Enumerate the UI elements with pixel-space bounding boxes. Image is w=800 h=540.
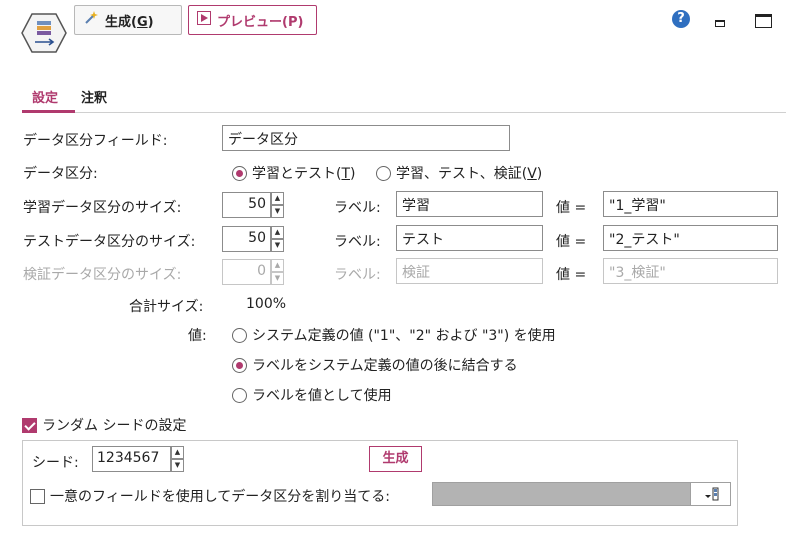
radio-train-test-label: 学習とテスト( — [252, 166, 342, 182]
generate-toolbar-key: G — [136, 14, 148, 30]
checkbox-indicator — [30, 488, 45, 504]
spin-down-icon[interactable]: ▼ — [271, 239, 284, 252]
spin-down-icon: ▼ — [271, 272, 284, 285]
minimize-icon[interactable] — [715, 20, 725, 27]
seed-label: シード: — [32, 455, 79, 471]
test-size-label: テストデータ区分のサイズ: — [23, 234, 196, 250]
preview-label: プレビュー(P) — [217, 14, 304, 30]
train-value-caption: 値 = — [556, 200, 587, 216]
partition-field-input[interactable]: データ区分 — [222, 125, 510, 151]
total-size-value: 100% — [246, 296, 287, 312]
radio-train-test[interactable]: 学習とテスト(T) — [232, 163, 356, 183]
validate-label-caption: ラベル: — [334, 267, 381, 283]
test-size-value[interactable]: 50 — [222, 226, 271, 252]
train-size-value[interactable]: 50 — [222, 192, 271, 218]
unique-field-checkbox[interactable]: 一意のフィールドを使用してデータ区分を割り当てる: — [30, 486, 390, 506]
train-label-caption: ラベル: — [334, 200, 381, 216]
radio-indicator — [232, 165, 247, 181]
test-value-caption: 値 = — [556, 234, 587, 250]
partitions-label: データ区分: — [23, 166, 98, 182]
radio-indicator — [232, 387, 247, 403]
validate-value-caption: 値 = — [556, 267, 587, 283]
field-picker-icon[interactable] — [690, 483, 730, 505]
radio-labels-as-values[interactable]: ラベルを値として使用 — [232, 385, 392, 405]
test-label-input[interactable]: テスト — [396, 225, 543, 251]
random-seed-label: ランダム シードの設定 — [42, 418, 187, 434]
preview-button[interactable]: プレビュー(P) — [188, 5, 317, 35]
maximize-icon[interactable] — [755, 14, 772, 28]
wand-icon — [83, 10, 99, 30]
radio-system-values[interactable]: システム定義の値 ("1"、"2" および "3") を使用 — [232, 325, 556, 345]
train-size-label: 学習データ区分のサイズ: — [23, 200, 182, 216]
partition-field-label: データ区分フィールド: — [23, 133, 168, 149]
validate-value-input: "3_検証" — [603, 258, 778, 284]
train-label-input[interactable]: 学習 — [396, 191, 543, 217]
radio-train-test-close: ) — [350, 166, 356, 182]
radio-train-test-validate-label: 学習、テスト、検証( — [396, 166, 528, 182]
radio-train-test-validate[interactable]: 学習、テスト、検証(V) — [376, 163, 542, 183]
test-label-caption: ラベル: — [334, 234, 381, 250]
generate-seed-button[interactable]: 生成 — [369, 446, 422, 472]
validate-size-label: 検証データ区分のサイズ: — [23, 267, 182, 283]
tab-settings[interactable]: 設定 — [32, 87, 58, 106]
radio-system-values-label: システム定義の値 ("1"、"2" および "3") を使用 — [252, 328, 556, 344]
generate-toolbar-close: ) — [147, 14, 154, 30]
radio-train-test-validate-key: V — [527, 166, 537, 182]
radio-labels-as-values-label: ラベルを値として使用 — [252, 388, 392, 404]
test-size-stepper[interactable]: 50 ▲ ▼ — [222, 226, 284, 252]
active-tab-indicator — [22, 110, 75, 113]
values-label: 値: — [188, 328, 207, 344]
radio-indicator — [232, 327, 247, 343]
total-size-label: 合計サイズ: — [129, 299, 204, 315]
radio-append-labels-label: ラベルをシステム定義の値の後に結合する — [252, 358, 518, 374]
generate-toolbar-label: 生成( — [105, 14, 137, 30]
seed-stepper[interactable]: 1234567 ▲ ▼ — [92, 446, 184, 472]
test-value-input[interactable]: "2_テスト" — [603, 225, 778, 251]
validate-label-input: 検証 — [396, 258, 543, 284]
tab-annotations[interactable]: 注釈 — [81, 87, 107, 106]
radio-indicator — [232, 357, 247, 373]
train-value-input[interactable]: "1_学習" — [603, 191, 778, 217]
tab-divider — [22, 112, 786, 113]
radio-append-labels[interactable]: ラベルをシステム定義の値の後に結合する — [232, 355, 518, 375]
partition-node-icon — [20, 12, 68, 54]
generate-toolbar-button[interactable]: 生成(G) — [74, 5, 182, 35]
random-seed-checkbox[interactable]: ランダム シードの設定 — [22, 415, 186, 435]
train-size-stepper[interactable]: 50 ▲ ▼ — [222, 192, 284, 218]
spin-up-icon[interactable]: ▲ — [171, 446, 184, 459]
unique-field-label: 一意のフィールドを使用してデータ区分を割り当てる: — [50, 489, 391, 505]
radio-indicator — [376, 165, 391, 181]
spin-down-icon[interactable]: ▼ — [271, 205, 284, 218]
seed-value[interactable]: 1234567 — [92, 446, 171, 472]
spin-up-icon[interactable]: ▲ — [271, 226, 284, 239]
spin-up-icon: ▲ — [271, 259, 284, 272]
help-icon[interactable]: ? — [672, 10, 690, 28]
radio-train-test-validate-close: ) — [536, 166, 543, 182]
spin-up-icon[interactable]: ▲ — [271, 192, 284, 205]
play-icon — [197, 11, 211, 29]
unique-field-dropdown[interactable] — [432, 482, 731, 506]
validate-size-value: 0 — [222, 259, 271, 285]
validate-size-stepper: 0 ▲ ▼ — [222, 259, 284, 285]
spin-down-icon[interactable]: ▼ — [171, 459, 184, 472]
radio-train-test-key: T — [341, 166, 351, 182]
checkbox-indicator — [22, 417, 37, 433]
